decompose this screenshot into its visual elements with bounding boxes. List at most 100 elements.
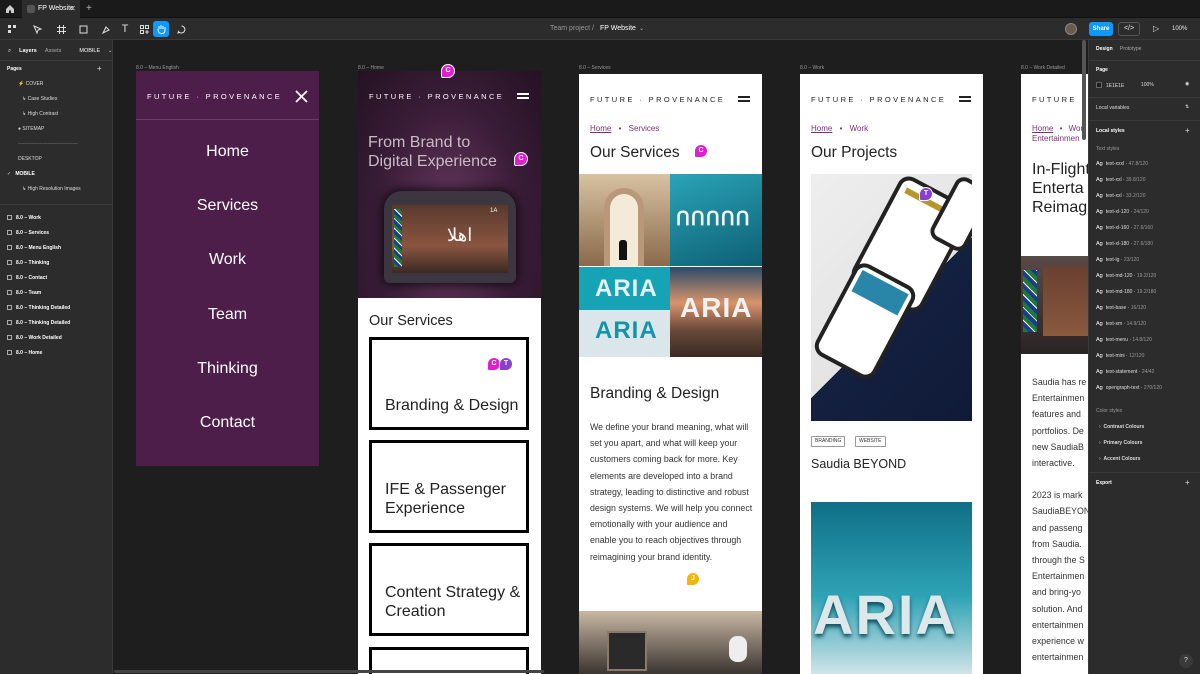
work-frame[interactable]: FUTURE · PROVENANCE Home • Work Our Proj… xyxy=(800,74,983,674)
project-title[interactable]: Saudia BEYOND xyxy=(811,457,906,471)
page-item-high-contrast[interactable]: ↳ High Contrast xyxy=(22,111,58,117)
menu-item-services[interactable]: Services xyxy=(136,197,319,215)
variables-settings-icon[interactable]: ⇅ xyxy=(1185,104,1189,110)
frame-label[interactable]: 8.0 – Services xyxy=(579,65,611,71)
page-opacity-field[interactable]: 100% xyxy=(1141,82,1154,88)
hamburger-menu-icon[interactable] xyxy=(517,93,529,101)
breadcrumb-home-link[interactable]: Home xyxy=(590,124,611,133)
text-style-row[interactable]: Ag text-xl-180 · 27.6/180 xyxy=(1096,241,1153,247)
menu-item-work[interactable]: Work xyxy=(136,251,319,269)
layer-row[interactable]: 8.0 – Home xyxy=(7,350,42,356)
layer-row[interactable]: 8.0 – Contact xyxy=(7,275,47,281)
page-color-field[interactable]: 1E1E1E xyxy=(1096,82,1124,89)
comment-tool-icon[interactable] xyxy=(173,21,189,37)
pen-tool-icon[interactable] xyxy=(98,21,114,37)
text-style-row[interactable]: Ag text-mini · 12/120 xyxy=(1096,353,1144,359)
add-page-icon[interactable]: + xyxy=(97,64,102,73)
text-style-row[interactable]: Ag opengraph-text · 270/120 xyxy=(1096,385,1162,391)
project-crumb[interactable]: Team project xyxy=(550,18,590,40)
move-tool-icon[interactable] xyxy=(29,21,45,37)
local-variables[interactable]: Local variables xyxy=(1096,105,1129,111)
horizontal-scrollbar[interactable] xyxy=(114,670,544,673)
color-style-group[interactable]: › Contrast Colours xyxy=(1099,424,1144,430)
eye-icon[interactable]: ◉ xyxy=(1185,81,1189,87)
menu-frame[interactable]: FUTURE · PROVENANCE Home Services Work T… xyxy=(136,71,319,466)
file-name-crumb[interactable]: FP Website xyxy=(600,18,636,40)
add-export-icon[interactable]: + xyxy=(1185,478,1190,487)
page-item-desktop[interactable]: DESKTOP xyxy=(18,156,42,162)
resources-tool-icon[interactable] xyxy=(136,21,152,37)
page-item-cover[interactable]: ⚡ COVER xyxy=(18,81,43,87)
text-style-row[interactable]: Ag text-xl-120 · 24/120 xyxy=(1096,209,1149,215)
tab-design[interactable]: Design xyxy=(1096,46,1113,52)
main-menu-icon[interactable] xyxy=(4,21,20,37)
present-icon[interactable]: ▷ xyxy=(1153,22,1159,36)
page-item-case-studies[interactable]: ↳ Case Studies xyxy=(22,96,57,102)
frame-label[interactable]: 8.0 – Work xyxy=(800,65,824,71)
services-frame[interactable]: FUTURE · PROVENANCE Home • Services Our … xyxy=(579,74,762,674)
service-card[interactable]: IFE & Passenger Experience xyxy=(369,440,529,533)
dev-mode-toggle[interactable]: </> xyxy=(1118,22,1140,36)
breadcrumb-home-link[interactable]: Home xyxy=(1032,124,1053,133)
text-style-row[interactable]: Ag text-xxl · 33.2/120 xyxy=(1096,193,1146,199)
layer-row[interactable]: 8.0 – Thinking xyxy=(7,260,49,266)
export-heading[interactable]: Export xyxy=(1096,480,1112,486)
layer-row[interactable]: 8.0 – Services xyxy=(7,230,49,236)
hamburger-menu-icon[interactable] xyxy=(959,96,971,104)
home-icon[interactable] xyxy=(4,3,16,15)
user-avatar[interactable] xyxy=(1065,23,1077,35)
zoom-level[interactable]: 100% xyxy=(1172,22,1187,36)
text-style-row[interactable]: Ag text-sm · 14.9/120 xyxy=(1096,321,1146,327)
color-style-group[interactable]: › Primary Colours xyxy=(1099,440,1142,446)
text-style-row[interactable]: Ag text-statement · 24/42 xyxy=(1096,369,1154,375)
work-detailed-frame[interactable]: FUTURE Home • Wor Entertainmen In-Flight… xyxy=(1021,74,1088,674)
layer-row[interactable]: 8.0 – Thinking Detailed xyxy=(7,305,70,311)
page-selector[interactable]: MOBILE xyxy=(79,48,100,54)
layer-row[interactable]: 8.0 – Menu English xyxy=(7,245,61,251)
hamburger-menu-icon[interactable] xyxy=(738,96,750,104)
frame-tool-icon[interactable] xyxy=(53,21,69,37)
text-style-row[interactable]: Ag text-md-180 · 19.2/180 xyxy=(1096,289,1156,295)
layer-row[interactable]: 8.0 – Thinking Detailed xyxy=(7,320,70,326)
service-card[interactable]: Content Strategy & Creation xyxy=(369,543,529,636)
text-tool-icon[interactable]: T xyxy=(117,21,133,37)
hand-tool-icon[interactable] xyxy=(153,21,169,37)
menu-item-home[interactable]: Home xyxy=(136,143,319,161)
tab-prototype[interactable]: Prototype xyxy=(1120,46,1141,52)
breadcrumb-home-link[interactable]: Home xyxy=(811,124,832,133)
page-item-mobile[interactable]: ✓ MOBILE xyxy=(7,171,35,177)
color-style-group[interactable]: › Accent Colours xyxy=(1099,456,1140,462)
layer-row[interactable]: 8.0 – Team xyxy=(7,290,41,296)
text-style-row[interactable]: Ag text-menu · 14.8/120 xyxy=(1096,337,1152,343)
layer-row[interactable]: 8.0 – Work xyxy=(7,215,41,221)
text-style-row[interactable]: Ag text-xxxl · 47.8/120 xyxy=(1096,161,1148,167)
search-icon[interactable]: ⌕ xyxy=(8,48,11,55)
text-style-row[interactable]: Ag text-lg · 23/120 xyxy=(1096,257,1139,263)
close-tab-icon[interactable]: ✕ xyxy=(69,0,76,18)
tab-assets[interactable]: Assets xyxy=(45,48,62,54)
text-style-row[interactable]: Ag text-md-120 · 19.2/120 xyxy=(1096,273,1156,279)
text-style-row[interactable]: Ag text-xxl · 39.8/120 xyxy=(1096,177,1146,183)
chevron-down-icon[interactable]: ⌄ xyxy=(639,18,644,40)
page-item-sitemap[interactable]: ● SITEMAP xyxy=(18,126,44,132)
shape-tool-icon[interactable] xyxy=(75,21,91,37)
canvas[interactable]: 8.0 – Menu English FUTURE · PROVENANCE H… xyxy=(114,40,1088,674)
text-style-row[interactable]: Ag text-xl-160 · 27.6/160 xyxy=(1096,225,1153,231)
add-style-icon[interactable]: + xyxy=(1185,126,1190,135)
help-button[interactable]: ? xyxy=(1179,654,1193,668)
tab-layers[interactable]: Layers xyxy=(19,48,37,54)
frame-label[interactable]: 8.0 – Work Detailed xyxy=(1021,65,1065,71)
share-button[interactable]: Share xyxy=(1089,22,1113,36)
menu-item-thinking[interactable]: Thinking xyxy=(136,360,319,378)
chevron-down-icon[interactable]: ⌄ xyxy=(108,48,112,54)
vertical-scrollbar[interactable] xyxy=(1082,40,1086,140)
menu-item-team[interactable]: Team xyxy=(136,306,319,324)
service-card[interactable]: Branding & Design xyxy=(369,337,529,430)
close-icon[interactable] xyxy=(295,90,308,103)
layer-row[interactable]: 8.0 – Work Detailed xyxy=(7,335,62,341)
text-style-row[interactable]: Ag text-base · 16/120 xyxy=(1096,305,1146,311)
page-item-hi-res[interactable]: ↳ High Resolution Images xyxy=(22,186,81,192)
file-tab[interactable]: FP Website ✕ xyxy=(22,0,80,18)
add-tab-icon[interactable]: + xyxy=(86,0,92,18)
page-item-separator[interactable]: ------------------------------------ xyxy=(18,141,78,147)
